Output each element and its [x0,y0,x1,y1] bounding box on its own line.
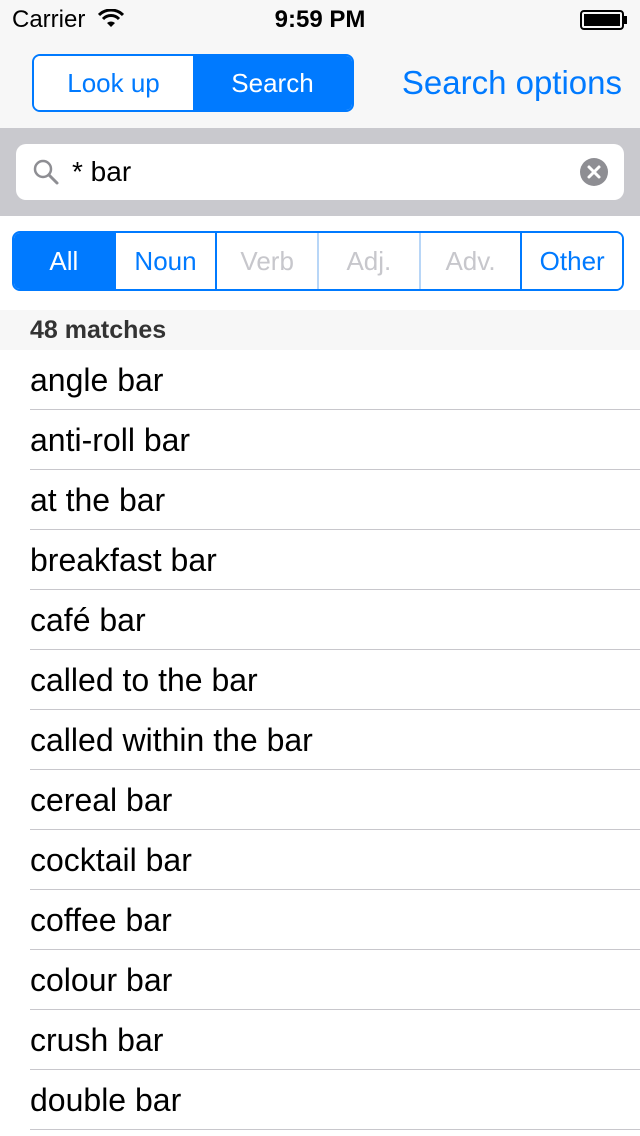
list-item-label: cocktail bar [30,842,192,878]
list-item[interactable]: cereal bar [0,770,640,830]
part-of-speech-filter: All Noun Verb Adj. Adv. Other [12,231,624,291]
list-item-label: anti-roll bar [30,422,191,458]
search-input[interactable] [72,154,572,190]
list-item-label: coffee bar [30,902,172,938]
search-segment[interactable]: Search [193,56,352,110]
list-item-label: called to the bar [30,662,258,698]
list-item[interactable]: cocktail bar [0,830,640,890]
clock-time: 9:59 PM [274,6,366,33]
results-list: angle bar anti-roll bar at the bar break… [0,350,640,1130]
filter-adj-segment: Adj. [319,233,421,289]
list-item-label: angle bar [30,362,164,398]
list-item-label: café bar [30,602,146,638]
filter-bar: All Noun Verb Adj. Adv. Other [0,216,640,310]
filter-all-segment[interactable]: All [14,233,116,289]
match-count: 48 matches [30,316,167,344]
search-icon [32,158,60,191]
filter-adv-segment: Adv. [420,233,523,289]
look-up-segment[interactable]: Look up [34,56,193,110]
list-item[interactable]: crush bar [0,1010,640,1070]
list-item-label: at the bar [30,482,166,518]
list-item-label: cereal bar [30,782,173,818]
list-item-label: crush bar [30,1022,164,1058]
list-item-label: double bar [30,1082,182,1118]
search-bar [0,128,640,216]
list-item[interactable]: coffee bar [0,890,640,950]
list-item-label: breakfast bar [30,542,217,578]
list-item[interactable]: at the bar [0,470,640,530]
list-item[interactable]: double bar [0,1070,640,1130]
list-item-label: colour bar [30,962,173,998]
battery-icon [580,10,628,35]
filter-other-segment[interactable]: Other [522,233,622,289]
navigation-bar: Look up Search Search options [0,40,640,128]
status-bar: Carrier 9:59 PM [0,0,640,40]
list-item[interactable]: called within the bar [0,710,640,770]
clear-icon[interactable] [580,158,608,186]
search-field [16,144,624,200]
list-item[interactable]: called to the bar [0,650,640,710]
list-item[interactable]: colour bar [0,950,640,1010]
filter-noun-segment[interactable]: Noun [115,233,218,289]
list-item-label: called within the bar [30,722,313,758]
list-item[interactable]: café bar [0,590,640,650]
search-options-button[interactable]: Search options [402,64,622,102]
list-item[interactable]: angle bar [0,350,640,410]
filter-verb-segment: Verb [217,233,320,289]
mode-segmented-control: Look up Search [32,54,354,112]
section-header: 48 matches [0,310,640,350]
list-item[interactable]: breakfast bar [0,530,640,590]
list-item[interactable]: anti-roll bar [0,410,640,470]
